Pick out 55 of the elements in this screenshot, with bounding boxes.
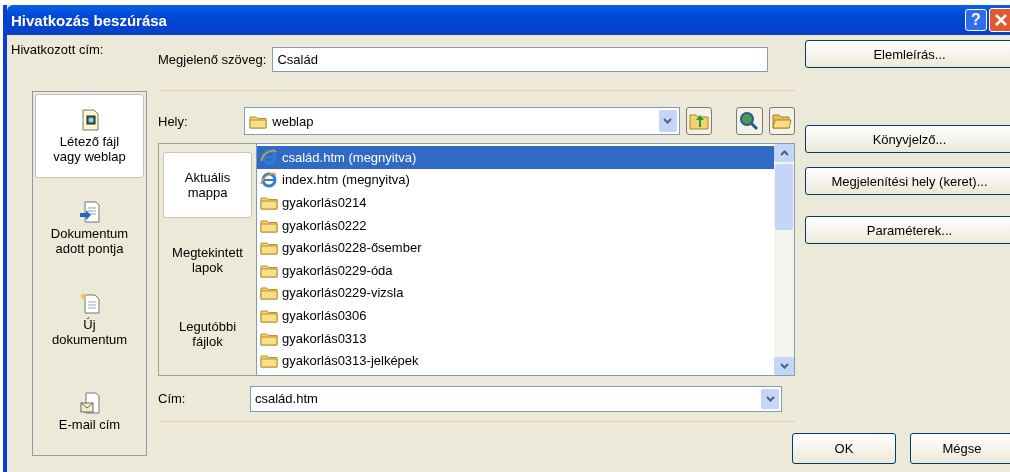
caret-down-icon[interactable] — [663, 118, 672, 124]
file-list-item[interactable]: család.htm (megnyitva) — [257, 146, 774, 169]
caret-down-icon[interactable] — [779, 363, 789, 369]
look-in-dropdown[interactable]: weblap — [244, 107, 680, 135]
folder-icon — [260, 353, 278, 369]
browser-icon — [260, 171, 278, 188]
file-list-item[interactable]: index.htm (megnyitva) — [257, 168, 774, 192]
display-text-field[interactable]: Család — [272, 47, 769, 72]
help-button[interactable]: ? — [965, 9, 987, 31]
address-dropdown[interactable]: család.htm — [250, 385, 782, 412]
link-type-button[interactable]: Létező fájl vagy weblap — [35, 94, 144, 178]
web-search-icon[interactable] — [736, 107, 763, 135]
folder-icon — [260, 195, 278, 210]
up-folder-icon[interactable] — [685, 107, 712, 135]
folder-icon — [249, 113, 268, 129]
folder-icon — [260, 285, 278, 301]
file-list-item[interactable]: gyakorlás0313-jelképek — [257, 349, 774, 372]
folder-icon — [260, 262, 278, 278]
folder-icon — [260, 307, 278, 323]
document-arrow-icon — [78, 199, 101, 224]
file-list-item[interactable]: gyakorlás0228-ősember — [257, 236, 774, 259]
browser-icon — [260, 149, 278, 166]
folder-icon — [260, 217, 278, 233]
open-folder-icon[interactable] — [768, 107, 795, 135]
view-tab[interactable]: Aktuális mappa — [163, 152, 252, 219]
link-to-label: Hivatkozott cím: — [11, 42, 104, 57]
file-list-item[interactable]: gyakorlás0222 — [257, 213, 774, 237]
option-button[interactable]: Paraméterek... — [805, 216, 1010, 244]
view-tab[interactable]: Legutóbbi fájlok — [163, 300, 252, 367]
folder-icon — [260, 240, 278, 256]
caret-up-icon[interactable] — [779, 150, 789, 156]
link-type-button[interactable]: Új dokumentum — [35, 277, 144, 362]
file-list-item[interactable]: gyakorlás0229-vizsla — [257, 281, 774, 305]
display-text-label: Megjelenő szöveg: — [158, 52, 267, 67]
folder-icon — [260, 330, 278, 346]
option-button[interactable]: Könyvjelző... — [805, 125, 1010, 153]
caret-down-icon[interactable] — [765, 395, 775, 402]
dialog-button[interactable]: OK — [792, 433, 896, 464]
email-document-icon — [78, 390, 101, 415]
look-in-label: Hely: — [158, 113, 188, 129]
file-list-item[interactable]: gyakorlás0306 — [257, 304, 774, 327]
link-type-button[interactable]: E-mail cím — [35, 369, 144, 453]
link-type-button[interactable]: Dokumentum adott pontja — [35, 185, 144, 270]
scrollbar[interactable] — [774, 144, 794, 375]
new-document-icon — [78, 291, 101, 316]
dialog-button[interactable]: Mégse — [910, 433, 1010, 464]
option-button[interactable]: Megjelenítési hely (keret)... — [805, 167, 1010, 195]
window-title: Hivatkozás beszúrása — [11, 11, 168, 29]
close-icon[interactable] — [989, 8, 1010, 32]
screen-tip-button[interactable]: Elemleírás... — [805, 40, 1010, 68]
address-label: Cím: — [158, 391, 186, 406]
file-list-item[interactable]: gyakorlás0313 — [257, 326, 774, 350]
file-list-item[interactable]: gyakorlás0214 — [257, 191, 774, 214]
view-tab[interactable]: Megtekintett lapok — [163, 226, 252, 293]
file-list-item[interactable]: gyakorlás0229-óda — [257, 258, 774, 282]
